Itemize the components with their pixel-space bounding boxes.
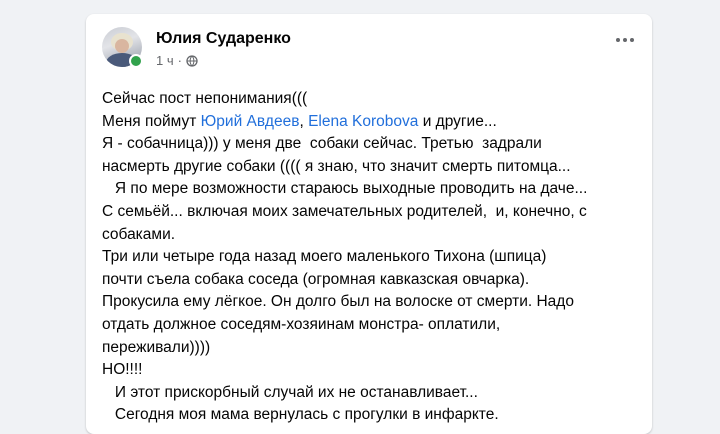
post-line: Три или четыре года назад моего маленько…	[102, 248, 547, 266]
meta-separator: ·	[177, 53, 182, 68]
post-line: насмерть другие собаки (((( я знаю, что …	[102, 157, 571, 175]
post-line: НО!!!!	[102, 361, 143, 379]
post-meta: 1 ч ·	[156, 53, 198, 68]
post-card: Юлия Сударенко 1 ч · Сейчас пост непоним…	[86, 14, 652, 434]
post-line: собаками.	[102, 225, 176, 243]
mention-link-yuri-avdeev[interactable]: Юрий Авдеев	[201, 113, 300, 130]
more-horizontal-icon	[616, 38, 620, 42]
post-time[interactable]: 1 ч	[156, 53, 174, 68]
post-line: Сейчас пост непонимания(((	[102, 90, 308, 107]
author-name[interactable]: Юлия Сударенко	[156, 30, 291, 48]
post-line-mentions: Меня поймут Юрий Авдеев, Elena Korobova …	[102, 112, 497, 130]
post-line: отдать должное соседям-хозяинам монстра-…	[102, 315, 501, 333]
post-line: переживали))))	[102, 338, 211, 356]
post-line: Я - собачница))) у меня две собаки сейча…	[102, 135, 542, 153]
post-line: почти съела собака соседа (огромная кавк…	[102, 270, 530, 288]
more-options-button[interactable]	[616, 38, 634, 42]
avatar[interactable]	[102, 27, 143, 68]
post-body: Сейчас пост непонимания((( Меня поймут Ю…	[102, 88, 642, 427]
post-line: И этот прискорбный случай их не останавл…	[102, 383, 478, 401]
mention-link-elena-korobova[interactable]: Elena Korobova	[308, 113, 418, 130]
post-line: Прокусила ему лёгкое. Он долго был на во…	[102, 293, 574, 311]
post-line: Я по мере возможности стараюсь выходные …	[102, 180, 588, 198]
globe-icon[interactable]	[186, 54, 198, 67]
online-status-dot	[129, 54, 143, 68]
post-line: С семьёй... включая моих замечательных р…	[102, 202, 587, 220]
post-line: Сегодня моя мама вернулась с прогулки в …	[102, 406, 499, 424]
